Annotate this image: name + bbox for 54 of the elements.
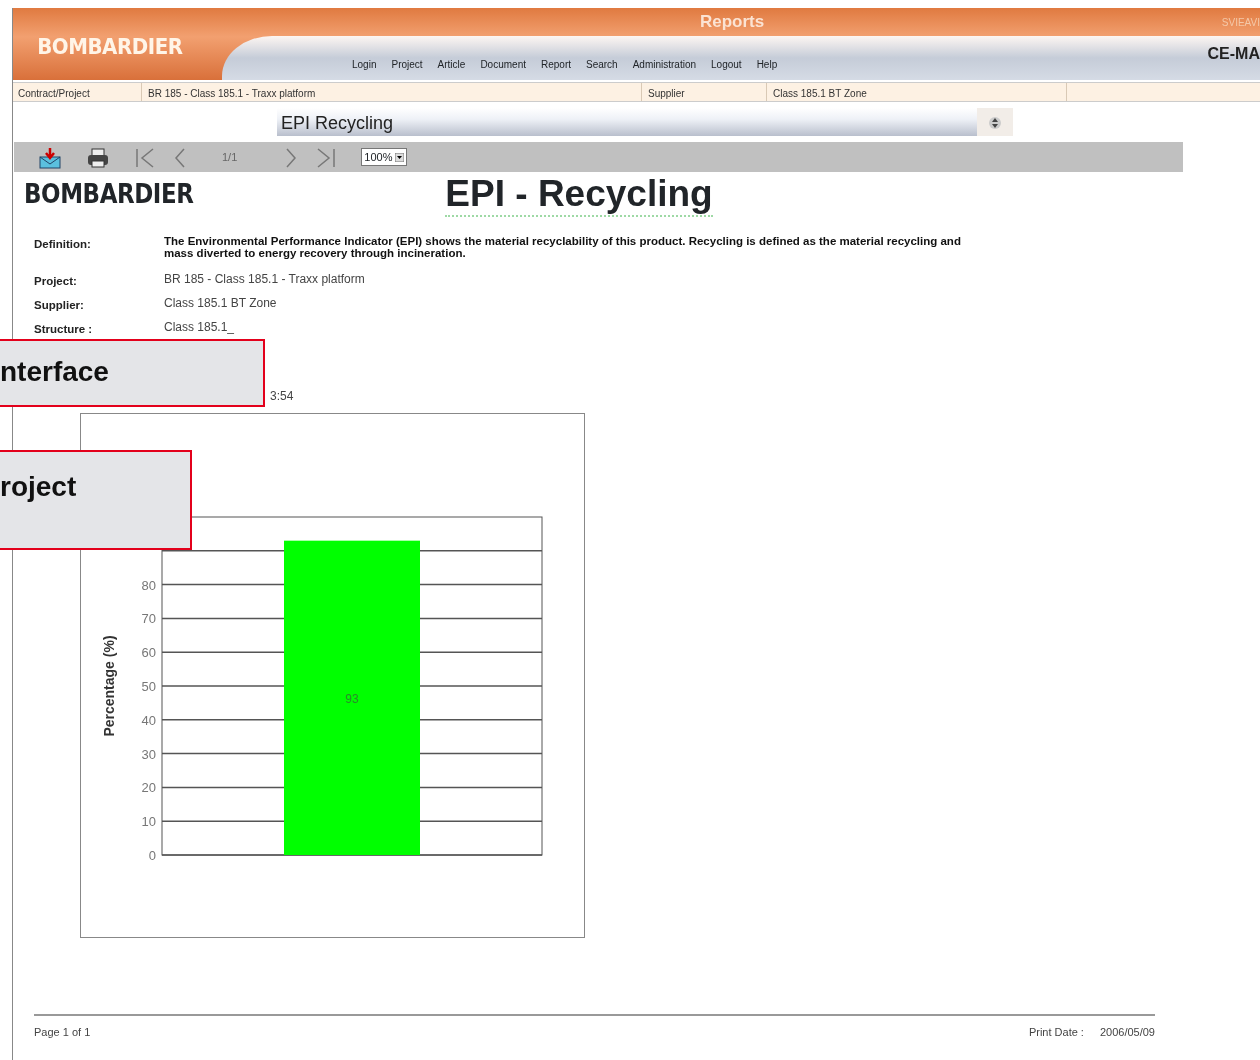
- axis-tick-label: 70: [141, 611, 156, 627]
- page-indicator: 1/1: [222, 149, 238, 165]
- print-date-label: Print Date :: [1028, 1026, 1084, 1038]
- page-title: Reports: [700, 11, 765, 34]
- axis-tick-label: 20: [141, 780, 156, 796]
- info-value: Class 185.1 BT Zone: [767, 83, 1067, 101]
- menu-link[interactable]: Report: [540, 57, 571, 72]
- y-axis-label: Percentage (%): [101, 635, 117, 737]
- page-count: Page 1 of 1: [34, 1025, 91, 1040]
- callout-text: roject: [0, 471, 77, 502]
- field-label: Project:: [34, 274, 78, 289]
- print-date: 2006/05/09: [1099, 1026, 1155, 1038]
- spinner-icon[interactable]: [989, 114, 1001, 131]
- dropdown-arrow-icon: [395, 153, 405, 163]
- axis-tick-label: 50: [141, 679, 156, 694]
- first-page-icon[interactable]: [134, 146, 156, 169]
- previous-page-icon[interactable]: [172, 146, 188, 169]
- info-label: Contract/Project: [12, 83, 142, 101]
- user-name: SVIEAVI: [1221, 15, 1260, 30]
- menu-link[interactable]: Document: [480, 57, 526, 72]
- axis-tick-label: 80: [141, 577, 156, 593]
- menu-link[interactable]: Help: [756, 57, 778, 72]
- menu-link[interactable]: Search: [586, 57, 618, 72]
- field-value: Class 185.1_: [164, 321, 236, 336]
- bar-value-label: 93: [345, 691, 359, 706]
- export-icon[interactable]: [38, 146, 62, 169]
- field-label: Definition:: [34, 237, 92, 252]
- axis-tick-label: 60: [141, 645, 156, 661]
- field-label: Structure :: [34, 322, 94, 337]
- menu-link[interactable]: Administration: [632, 57, 697, 72]
- axis-tick-label: 10: [141, 814, 156, 830]
- report-select[interactable]: EPI Recycling: [277, 108, 977, 136]
- menu-link[interactable]: Logout: [711, 57, 742, 72]
- field-label: Supplier:: [34, 298, 85, 313]
- last-page-icon[interactable]: [315, 146, 338, 169]
- menu-link[interactable]: Article: [437, 57, 466, 72]
- logo-text: BOMBARDIER: [36, 33, 184, 61]
- info-label: Supplier: [642, 83, 767, 101]
- app-name: CE-MA: [1207, 44, 1260, 64]
- info-value: BR 185 - Class 185.1 - Traxx platform: [142, 83, 642, 101]
- callout-text: nterface: [0, 356, 109, 387]
- print-icon[interactable]: [86, 146, 110, 169]
- menu-link[interactable]: Login: [352, 57, 377, 72]
- axis-tick-label: 0: [148, 848, 156, 863]
- date-text: 3:54: [270, 388, 295, 405]
- report-title: EPI - Recycling: [445, 174, 713, 217]
- field-value: BR 185 - Class 185.1 - Traxx platform: [164, 273, 366, 288]
- axis-tick-label: 30: [141, 746, 156, 762]
- field-value: Class 185.1 BT Zone: [164, 297, 278, 312]
- field-value: The Environmental Performance Indicator (EPI) shows the material recyclability of this product. Recycling is defined as the material recycling and mass diverted to energy recovery through incineration.: [164, 236, 962, 259]
- report-logo: BOMBARDIER: [24, 177, 194, 211]
- axis-tick-label: 40: [141, 712, 156, 728]
- zoom-select[interactable]: 100%: [361, 148, 408, 166]
- menu-link[interactable]: Project: [391, 57, 423, 72]
